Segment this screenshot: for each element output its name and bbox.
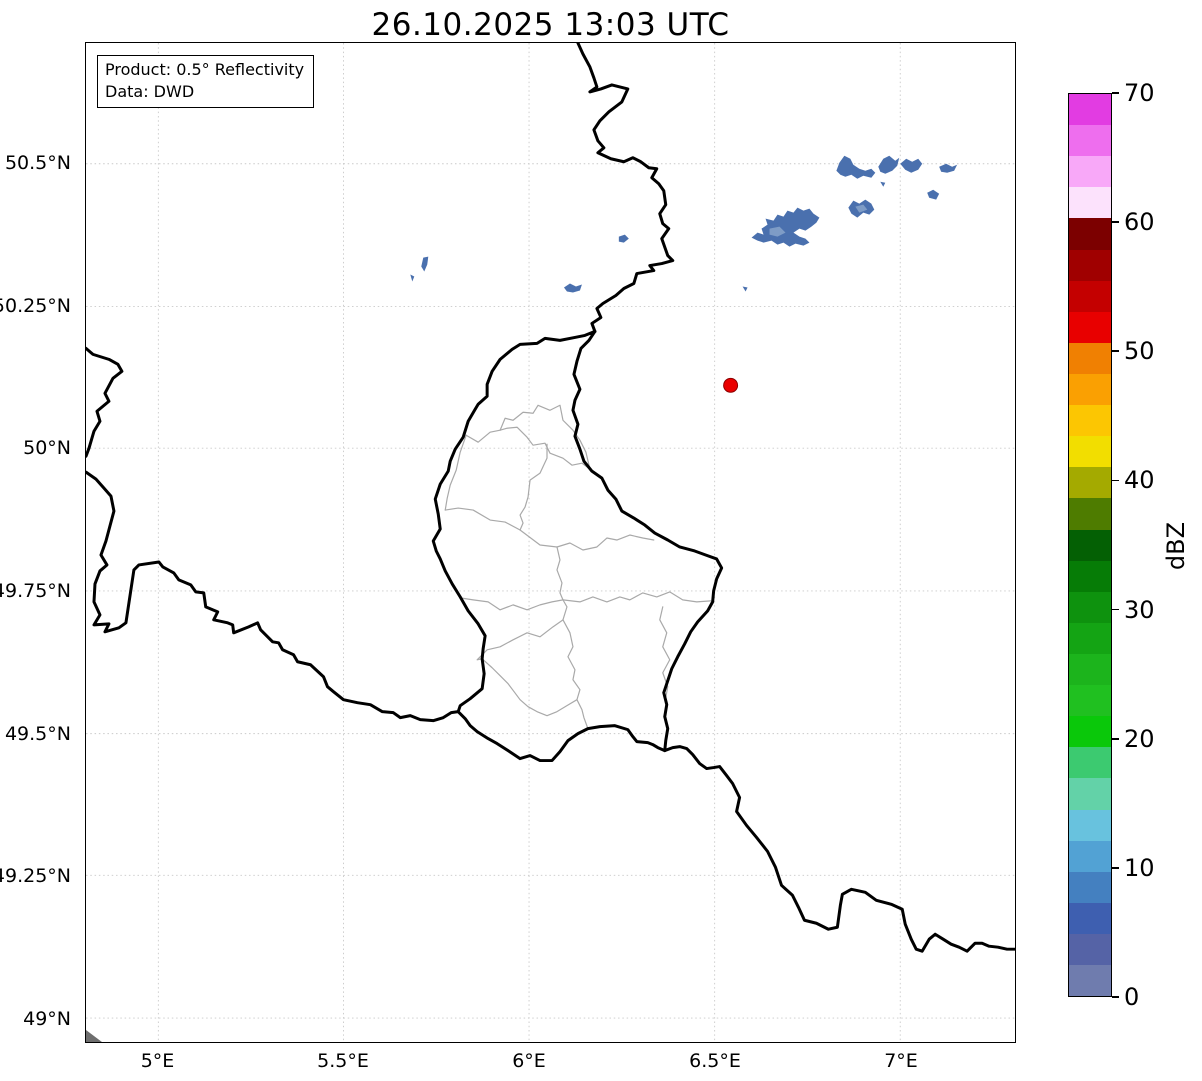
colorbar-segment [1069,218,1111,250]
colorbar-segment [1069,94,1111,126]
colorbar-segment [1069,436,1111,468]
x-tick-label: 6°E [512,1050,546,1072]
page-title: 26.10.2025 13:03 UTC [371,7,730,43]
canton-border [659,606,671,699]
colorbar-tick-mark [1112,479,1119,482]
colorbar-tick-label: 60 [1124,208,1155,237]
canton-border [459,597,564,611]
radar-echo [939,163,958,173]
colorbar-tick-label: 40 [1124,466,1155,495]
colorbar-segment [1069,840,1111,872]
info-box: Product: 0.5° Reflectivity Data: DWD [97,55,315,109]
colorbar-segment [1069,747,1111,779]
x-axis-labels: 5°E 5.5°E 6°E 6.5°E 7°E [0,1050,1050,1078]
colorbar-tick-mark [1112,350,1119,353]
radar-echo [410,274,415,282]
radar-site-marker [723,377,739,393]
colorbar-tick-mark [1112,221,1119,223]
colorbar-tick-mark [1112,92,1119,94]
country-border [663,745,1015,953]
colorbar-segment [1069,156,1111,188]
colorbar-segment [1069,311,1111,343]
y-tick-label: 49°N [23,1008,71,1030]
x-tick-label: 5.5°E [317,1050,369,1072]
x-tick-label: 7°E [884,1050,918,1072]
radar-echo [900,158,923,173]
canton-border [519,443,548,531]
colorbar-segment [1069,716,1111,748]
colorbar-segment [1069,280,1111,312]
colorbar-tick-mark [1112,996,1119,998]
map-svg [86,43,1015,1042]
colorbar-tick-label: 10 [1124,853,1155,882]
map-plot-area [85,42,1016,1043]
country-border [86,470,460,723]
country-border [576,43,675,333]
colorbar-segment [1069,373,1111,406]
colorbar [1068,93,1112,997]
y-tick-label: 50.5°N [4,152,71,174]
radar-echo [421,256,429,272]
radar-echo [618,234,629,243]
y-tick-label: 50.25°N [0,295,71,317]
colorbar-tick-mark [1112,867,1119,869]
colorbar-segment [1069,560,1111,592]
colorbar-segment [1069,685,1111,717]
x-tick-label: 6.5°E [689,1050,741,1072]
info-product-line: Product: 0.5° Reflectivity [105,60,305,79]
colorbar-unit-label: dBZ [1162,521,1191,571]
colorbar-segment [1069,933,1111,966]
radar-echo [880,181,886,187]
colorbar-tick-label: 70 [1124,79,1155,107]
y-tick-label: 49.5°N [4,723,71,745]
canton-border [444,507,655,551]
colorbar-segment [1069,591,1111,623]
radar-echo [927,189,940,200]
colorbar-segment [1069,965,1111,997]
y-axis-labels: 50.5°N 50.25°N 50°N 49.75°N 49.5°N 49.25°N 49°… [0,0,77,1081]
colorbar-segment [1069,498,1111,530]
colorbar-segment [1069,405,1111,437]
colorbar-segment [1069,187,1111,219]
y-tick-label: 49.75°N [0,580,71,602]
colorbar-tick-label: 30 [1124,595,1155,624]
colorbar-segment [1069,778,1111,810]
canton-border [476,619,564,661]
colorbar-segment [1069,902,1111,934]
colorbar-segment [1069,622,1111,654]
colorbar-tick-mark [1112,608,1119,611]
y-tick-label: 50°N [23,437,71,459]
y-tick-label: 49.25°N [0,865,71,887]
corner-artifact [86,1030,102,1042]
colorbar-segment [1069,467,1111,499]
colorbar-tick-label: 0 [1124,983,1140,1011]
colorbar-tick-label: 50 [1124,337,1155,366]
colorbar-segment [1069,249,1111,281]
radar-echo [751,207,820,247]
colorbar-segment [1069,871,1111,903]
radar-figure: 26.10.2025 13:03 UTC 50.5°N 50.25°N 50°N 49… [0,0,1202,1081]
radar-echo [742,286,748,292]
colorbar-segment [1069,125,1111,157]
colorbar-tick-label: 20 [1124,724,1155,753]
colorbar-segment [1069,809,1111,841]
info-data-line: Data: DWD [105,81,195,101]
colorbar-segment [1069,342,1111,374]
colorbar-tick-mark [1112,737,1119,740]
canton-border [481,658,578,717]
radar-echo [878,155,900,174]
colorbar-segment [1069,529,1111,561]
canton-border [562,591,712,603]
colorbar-segment [1069,653,1111,686]
x-tick-label: 5°E [140,1050,175,1072]
radar-echo [836,155,876,179]
canton-border [556,546,589,730]
radar-echo [563,283,582,293]
country-border [86,346,124,458]
